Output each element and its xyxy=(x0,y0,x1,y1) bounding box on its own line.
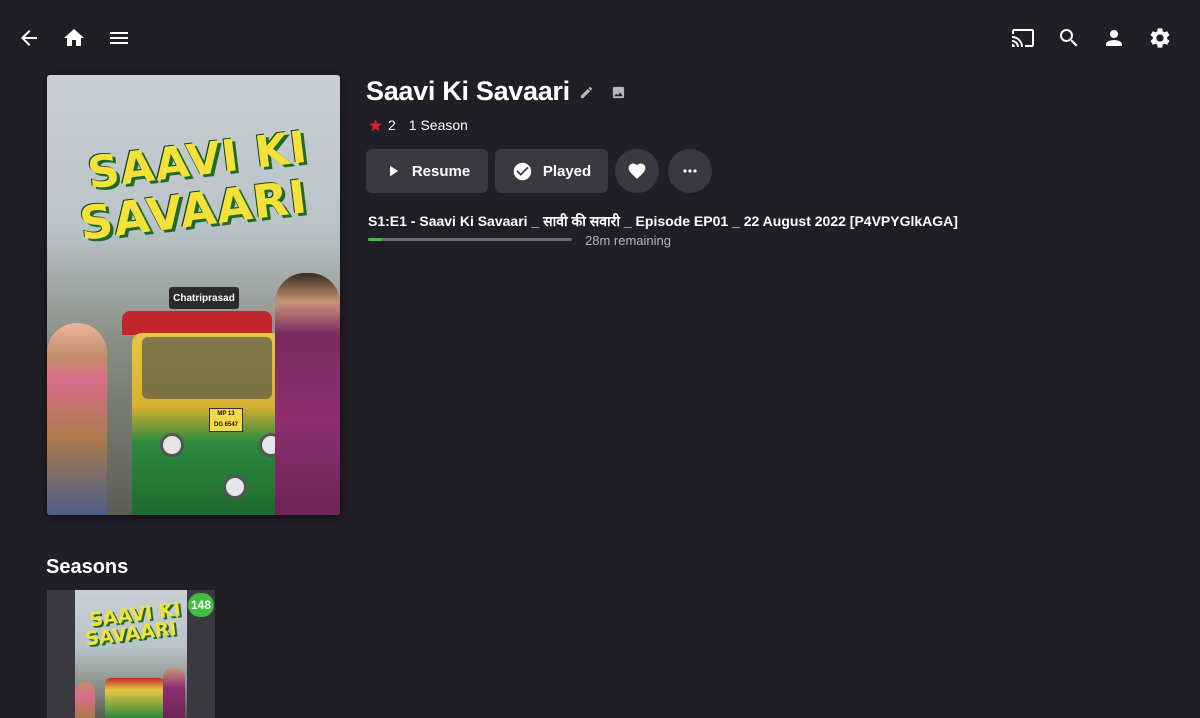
poster-actor xyxy=(275,273,340,515)
top-bar xyxy=(0,0,1200,76)
plate-line1: MP 13 xyxy=(217,411,235,417)
star-icon xyxy=(369,118,382,131)
season-poster: SAAVI KI SAVAARI xyxy=(75,590,187,718)
resume-label: Resume xyxy=(411,162,471,180)
page-title: Saavi Ki Savaari xyxy=(366,76,570,106)
seasons-heading: Seasons xyxy=(46,556,129,578)
favorite-button[interactable] xyxy=(615,149,659,193)
played-button[interactable]: Played xyxy=(495,149,608,193)
menu-icon[interactable] xyxy=(104,23,134,53)
rating-value: 2 xyxy=(388,117,396,133)
season-poster-actress xyxy=(75,682,95,718)
played-label: Played xyxy=(542,162,592,180)
heart-icon xyxy=(628,163,646,179)
check-circle-icon xyxy=(513,162,532,180)
poster-board: Chatriprasad xyxy=(169,287,239,309)
cast-icon[interactable] xyxy=(1008,23,1038,53)
rickshaw-lamp-center xyxy=(223,475,247,499)
more-horizontal-icon xyxy=(683,169,697,173)
next-up-episode-link[interactable]: S1:E1 - Saavi Ki Savaari _ सावी की सवारी… xyxy=(368,212,958,231)
unplayed-count-badge: 148 xyxy=(188,593,214,617)
plate-line2: DG 6547 xyxy=(213,422,238,428)
poster-actress xyxy=(47,323,107,515)
episode-progress-fill xyxy=(368,238,383,241)
more-options-button[interactable] xyxy=(668,149,712,193)
meta-row: 2 1 Season xyxy=(368,117,468,133)
season-poster-rickshaw xyxy=(105,678,165,718)
rickshaw-roof xyxy=(122,311,272,335)
home-icon[interactable] xyxy=(59,23,89,53)
back-icon[interactable] xyxy=(14,23,44,53)
resume-button[interactable]: Resume xyxy=(366,149,488,193)
rickshaw-lamp-left xyxy=(160,433,184,457)
episode-progress-bar xyxy=(368,238,572,241)
series-poster[interactable]: SAAVI KI SAVAARI Chatriprasad MP 13 DG 6… xyxy=(47,75,340,515)
rickshaw-windshield xyxy=(142,337,272,399)
user-icon[interactable] xyxy=(1099,23,1129,53)
time-remaining: 28m remaining xyxy=(585,233,671,248)
season-count: 1 Season xyxy=(408,117,468,133)
edit-images-icon[interactable] xyxy=(609,83,627,101)
season-poster-actor xyxy=(163,668,185,718)
search-icon[interactable] xyxy=(1054,23,1084,53)
play-icon xyxy=(389,165,399,177)
edit-icon[interactable] xyxy=(577,83,595,101)
gear-icon[interactable] xyxy=(1145,23,1175,53)
license-plate: MP 13 DG 6547 xyxy=(209,408,243,432)
